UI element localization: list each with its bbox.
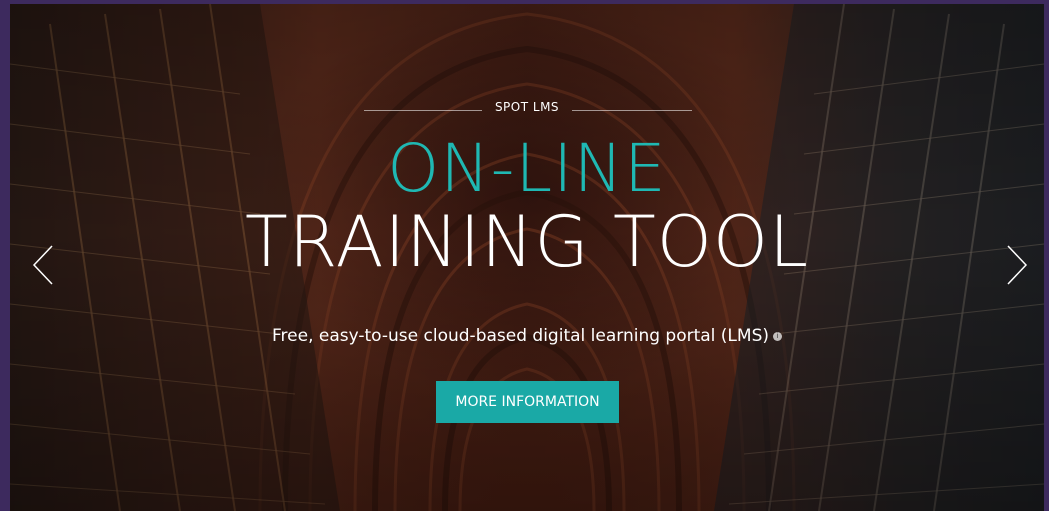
chevron-right-icon	[1007, 245, 1028, 285]
hero-slide: SPOT LMS ON-LINE TRAINING TOOL Free, eas…	[10, 4, 1044, 511]
carousel-prev-button[interactable]	[30, 240, 60, 290]
more-information-button[interactable]: MORE INFORMATION	[436, 381, 619, 423]
info-icon[interactable]: i	[773, 331, 782, 341]
carousel-next-button[interactable]	[1000, 240, 1030, 290]
headline-line-2: TRAINING TOOL	[245, 201, 809, 283]
hero-subtitle: Free, easy-to-use cloud-based digital le…	[10, 326, 1044, 346]
subtitle-text: Free, easy-to-use cloud-based digital le…	[272, 326, 769, 346]
chevron-left-icon	[32, 245, 53, 285]
eyebrow-text: SPOT LMS	[494, 100, 560, 114]
headline-line-1: ON-LINE	[387, 130, 667, 207]
eyebrow-divider-right	[572, 110, 692, 111]
